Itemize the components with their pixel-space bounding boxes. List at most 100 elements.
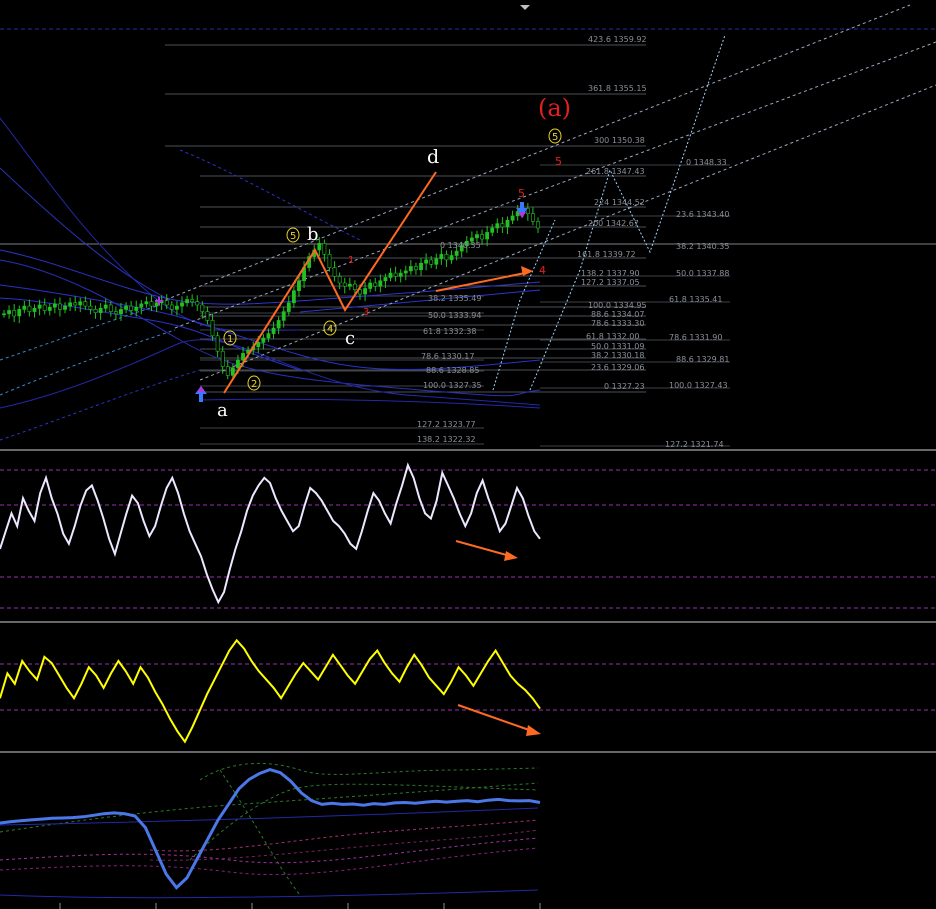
candle-body: [408, 266, 413, 272]
candle-body: [342, 282, 347, 287]
candle-body: [291, 290, 296, 304]
candle-body: [139, 303, 144, 308]
fib-label: 38.2 1330.18: [591, 351, 644, 360]
candle-body: [495, 223, 500, 229]
candle-body: [103, 304, 108, 309]
candle-body: [281, 311, 286, 321]
candle-body: [480, 234, 484, 240]
fib-label: 78.6 1333.30: [591, 319, 644, 328]
candle-body: [403, 270, 408, 274]
candle-body: [414, 266, 418, 271]
candle-body: [276, 320, 281, 329]
candle-body: [434, 258, 439, 265]
candle-body: [531, 213, 535, 222]
fib-label: 423.6 1359.92: [588, 35, 647, 44]
candle-body: [124, 305, 128, 310]
candle-body: [536, 221, 540, 229]
wave-label-d: d: [427, 146, 439, 168]
fib-label: 261.8 1347.43: [586, 167, 645, 176]
red-label-1: 1: [348, 255, 354, 266]
wave-label-a-big: (a): [538, 94, 571, 122]
candle-body: [63, 305, 67, 310]
candle-body: [205, 311, 210, 321]
fib-label: 200 1342.67: [588, 219, 639, 228]
fib-label: 23.6 1329.06: [591, 363, 644, 372]
elliott-wave-chart: 423.6 1359.92361.8 1355.15300 1350.38261…: [0, 0, 936, 909]
fib-label: 61.8 1332.38: [423, 327, 476, 336]
fib-label: 23.6 1343.40: [676, 210, 729, 219]
fib-label: 0 1340.35: [440, 241, 481, 250]
candle-body: [108, 304, 113, 312]
candle-body: [337, 276, 342, 284]
wave-label-a: a: [217, 400, 228, 421]
fib-label: 50.0 1333.94: [428, 311, 481, 320]
candle-body: [241, 353, 245, 361]
candle-body: [439, 254, 444, 260]
candle-body: [113, 311, 118, 315]
candle-body: [27, 305, 32, 312]
candle-body: [378, 280, 383, 287]
candle-body: [200, 304, 205, 312]
candle-body: [225, 366, 230, 376]
candle-body: [490, 227, 495, 233]
fib-label: 100.0 1327.35: [423, 381, 482, 390]
svg-text:2: 2: [251, 379, 257, 390]
candle-body: [164, 300, 169, 306]
svg-text:1: 1: [227, 334, 233, 345]
candle-body: [429, 259, 434, 265]
svg-text:5: 5: [290, 231, 296, 242]
candle-body: [266, 333, 271, 339]
fib-label: 138.2 1322.32: [417, 435, 476, 444]
fib-label: 127.2 1337.05: [581, 278, 640, 287]
candle-body: [393, 272, 398, 277]
fib-label: 224 1344.52: [594, 198, 645, 207]
candle-body: [185, 299, 189, 304]
candle-body: [78, 301, 83, 306]
fib-label: 127.2 1323.77: [417, 420, 476, 429]
candle-body: [398, 272, 403, 277]
fib-label: 61.8 1335.41: [669, 295, 722, 304]
fib-label: 88.6 1334.07: [591, 310, 644, 319]
candle-body: [215, 335, 220, 352]
candle-body: [190, 299, 195, 303]
candle-body: [149, 301, 154, 307]
candle-body: [175, 305, 179, 310]
candle-body: [134, 306, 139, 311]
fib-label: 161.8 1339.72: [577, 250, 636, 259]
wave-label-b: b: [307, 224, 319, 245]
svg-text:4: 4: [327, 324, 333, 335]
candle-body: [373, 282, 378, 287]
candle-body: [424, 259, 429, 264]
red-label-4: 4: [539, 264, 546, 277]
candle-body: [180, 302, 184, 307]
fib-label: 127.2 1321.74: [665, 440, 724, 449]
red-label-3: 3: [363, 307, 369, 318]
candle-body: [485, 232, 490, 240]
red-label-5-top: 5: [555, 155, 562, 168]
fib-label: 78.6 1330.17: [421, 352, 474, 361]
fib-label: 138.2 1337.90: [581, 269, 640, 278]
candle-body: [154, 302, 159, 307]
candle-body: [332, 267, 337, 277]
candle-body: [119, 309, 123, 315]
candle-body: [286, 302, 291, 312]
candle-body: [368, 282, 373, 289]
fib-label: 38.2 1335.49: [428, 294, 481, 303]
fib-label: 100.0 1334.95: [588, 301, 647, 310]
candle-body: [68, 302, 73, 307]
candle-body: [210, 320, 215, 337]
candle-body: [419, 262, 423, 271]
candle-body: [88, 305, 93, 310]
fib-label: 78.6 1331.90: [669, 333, 722, 342]
candle-body: [383, 277, 388, 282]
candle-body: [454, 250, 459, 256]
candle-body: [256, 342, 261, 348]
candle-body: [58, 303, 62, 310]
candle-body: [93, 309, 98, 313]
fib-label: 50.0 1331.09: [591, 342, 644, 351]
red-label-5: 5: [518, 187, 525, 200]
candle-body: [449, 255, 454, 261]
fib-label: 361.8 1355.15: [588, 84, 647, 93]
candle-body: [32, 307, 37, 312]
candle-body: [444, 254, 449, 261]
